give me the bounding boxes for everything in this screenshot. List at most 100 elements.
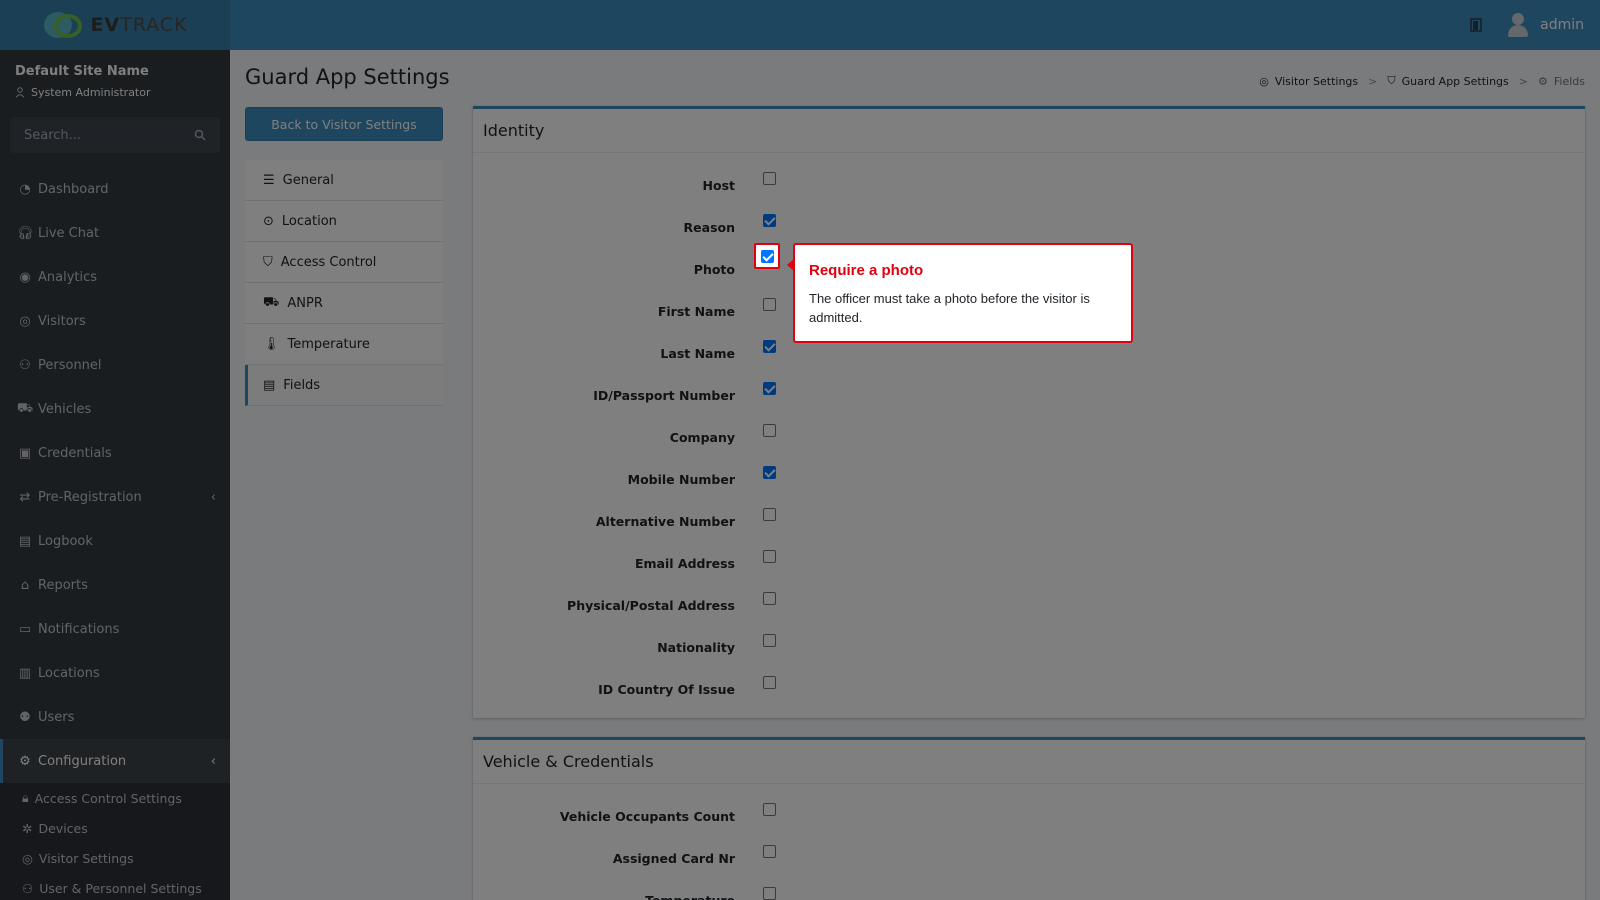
field-label: Assigned Card Nr bbox=[612, 851, 735, 866]
mobile-number-checkbox[interactable] bbox=[763, 466, 776, 479]
id-passport-number-checkbox[interactable] bbox=[763, 382, 776, 395]
sidebar-item-configuration[interactable]: ⚙ Configuration ‹ bbox=[0, 739, 230, 783]
vehicle-occupants-count-checkbox[interactable] bbox=[763, 803, 776, 816]
search-icon[interactable] bbox=[194, 129, 206, 141]
evtrack-logo-icon bbox=[42, 10, 84, 40]
field-label: ID Country Of Issue bbox=[598, 682, 735, 697]
sidebar-item-locations[interactable]: ▥ Locations bbox=[0, 651, 230, 695]
username-label: admin bbox=[1540, 17, 1584, 33]
field-row-host: Host bbox=[473, 158, 1585, 200]
breadcrumb-separator: > bbox=[1518, 74, 1528, 88]
breadcrumb-separator: > bbox=[1368, 74, 1378, 88]
settings-menu-location[interactable]: ⊙ Location bbox=[245, 201, 443, 242]
physical-postal-address-checkbox[interactable] bbox=[763, 592, 776, 605]
user-menu[interactable]: admin bbox=[1506, 12, 1584, 38]
field-row-email-address: Email Address bbox=[473, 536, 1585, 578]
field-row-mobile-number: Mobile Number bbox=[473, 452, 1585, 494]
host-checkbox[interactable] bbox=[763, 172, 776, 185]
chevron-left-icon: ‹ bbox=[210, 489, 216, 505]
eye-icon: ◎ bbox=[19, 313, 31, 329]
back-to-visitor-settings-button[interactable]: Back to Visitor Settings bbox=[245, 107, 443, 141]
configuration-submenu: 🔒︎ Access Control Settings ✲ Devices ◎ Visi… bbox=[0, 783, 230, 900]
thermometer-icon: 🌡︎ bbox=[263, 336, 280, 352]
assigned-card-nr-checkbox[interactable] bbox=[763, 845, 776, 858]
id-country-of-issue-checkbox[interactable] bbox=[763, 676, 776, 689]
settings-menu-anpr[interactable]: ⛟ ANPR bbox=[245, 283, 443, 324]
highlighted-photo-checkbox[interactable] bbox=[754, 243, 780, 269]
user-cog-icon: ⚉ bbox=[19, 709, 31, 725]
field-label: Nationality bbox=[657, 640, 735, 655]
gear-icon: ⚙ bbox=[1538, 74, 1548, 88]
field-label: Reason bbox=[683, 220, 735, 235]
identity-card: Identity Host Reason Photo First Name Last N… bbox=[473, 106, 1585, 718]
field-label: Physical/Postal Address bbox=[567, 598, 735, 613]
breadcrumb-fields: Fields bbox=[1553, 74, 1585, 88]
shield-icon: ⛉ bbox=[1387, 74, 1396, 87]
bell-icon: ▭ bbox=[18, 621, 32, 637]
company-checkbox[interactable] bbox=[763, 424, 776, 437]
settings-menu-general[interactable]: ☰ General bbox=[245, 160, 443, 201]
field-row-id-passport-number: ID/Passport Number bbox=[473, 368, 1585, 410]
door-icon[interactable] bbox=[1468, 17, 1484, 33]
sidebar-search[interactable] bbox=[10, 117, 220, 153]
id-card-icon: ▣ bbox=[18, 445, 32, 461]
search-input[interactable] bbox=[24, 127, 174, 143]
user-icon bbox=[15, 87, 25, 98]
last-name-checkbox[interactable] bbox=[763, 340, 776, 353]
sidebar-item-vehicles[interactable]: ⛟ Vehicles bbox=[0, 387, 230, 431]
settings-menu-temperature[interactable]: 🌡︎ Temperature bbox=[245, 324, 443, 365]
field-label: Photo bbox=[693, 262, 735, 277]
first-name-checkbox[interactable] bbox=[763, 298, 776, 311]
field-label: ID/Passport Number bbox=[593, 388, 735, 403]
sidebar-subitem-user-personnel-settings[interactable]: ⚇ User & Personnel Settings bbox=[0, 873, 230, 900]
eye-icon: ◎ bbox=[1259, 74, 1269, 88]
temperature-checkbox[interactable] bbox=[763, 887, 776, 900]
top-navbar: EVTRACK admin bbox=[0, 0, 1600, 50]
field-label: Alternative Number bbox=[595, 514, 735, 529]
identity-card-title: Identity bbox=[473, 109, 1585, 153]
main-content: Guard App Settings ◎ Visitor Settings > … bbox=[230, 50, 1600, 900]
nationality-checkbox[interactable] bbox=[763, 634, 776, 647]
breadcrumb-guard-app-settings[interactable]: Guard App Settings bbox=[1402, 75, 1509, 88]
pin-icon: ⊙ bbox=[263, 213, 274, 229]
shield-icon: ⛉ bbox=[263, 254, 273, 270]
field-row-vehicle-occupants-count: Vehicle Occupants Count bbox=[473, 789, 1585, 831]
email-address-checkbox[interactable] bbox=[763, 550, 776, 563]
chip-icon: ✲ bbox=[22, 820, 33, 836]
lock-icon: 🔒︎ bbox=[22, 790, 29, 805]
vehicle-card-title: Vehicle & Credentials bbox=[473, 740, 1585, 784]
car-icon: ⛟ bbox=[16, 400, 34, 416]
field-label: Last Name bbox=[660, 346, 735, 361]
sidebar-item-credentials[interactable]: ▣ Credentials bbox=[0, 431, 230, 475]
user-icon: ⚇ bbox=[22, 880, 34, 896]
field-label: Vehicle Occupants Count bbox=[559, 809, 735, 824]
sidebar-subitem-access-control-settings[interactable]: 🔒︎ Access Control Settings bbox=[0, 783, 230, 813]
field-label: Email Address bbox=[634, 556, 735, 571]
sidebar-item-pre-registration[interactable]: ⇄ Pre-Registration ‹ bbox=[0, 475, 230, 519]
sidebar-item-live-chat[interactable]: 🎧︎ Live Chat bbox=[0, 211, 230, 255]
field-row-assigned-card-nr: Assigned Card Nr bbox=[473, 831, 1585, 873]
chevron-left-icon: ‹ bbox=[210, 753, 216, 769]
sidebar-item-reports[interactable]: ⌂ Reports bbox=[0, 563, 230, 607]
sidebar-item-analytics[interactable]: ◉ Analytics bbox=[0, 255, 230, 299]
sidebar-item-personnel[interactable]: ⚇ Personnel bbox=[0, 343, 230, 387]
field-row-physical-postal-address: Physical/Postal Address bbox=[473, 578, 1585, 620]
sidebar-item-logbook[interactable]: ▤ Logbook bbox=[0, 519, 230, 563]
alternative-number-checkbox[interactable] bbox=[763, 508, 776, 521]
reason-checkbox[interactable] bbox=[763, 214, 776, 227]
sidebar-subitem-devices[interactable]: ✲ Devices bbox=[0, 813, 230, 843]
sidebar-item-notifications[interactable]: ▭ Notifications bbox=[0, 607, 230, 651]
brand-logo[interactable]: EVTRACK bbox=[0, 0, 230, 50]
breadcrumb-visitor-settings[interactable]: Visitor Settings bbox=[1275, 75, 1358, 88]
settings-menu-fields[interactable]: ▤ Fields bbox=[245, 365, 443, 406]
page-title: Guard App Settings bbox=[245, 65, 450, 89]
settings-menu-access-control[interactable]: ⛉ Access Control bbox=[245, 242, 443, 283]
tooltip-body: The officer must take a photo before the… bbox=[809, 291, 1090, 325]
sidebar-item-dashboard[interactable]: ◔ Dashboard bbox=[0, 167, 230, 211]
sidebar-item-users[interactable]: ⚉ Users bbox=[0, 695, 230, 739]
field-row-reason: Reason bbox=[473, 200, 1585, 242]
site-name: Default Site Name bbox=[15, 64, 149, 79]
sidebar-subitem-visitor-settings[interactable]: ◎ Visitor Settings bbox=[0, 843, 230, 873]
avatar bbox=[1506, 12, 1530, 38]
sidebar-item-visitors[interactable]: ◎ Visitors bbox=[0, 299, 230, 343]
